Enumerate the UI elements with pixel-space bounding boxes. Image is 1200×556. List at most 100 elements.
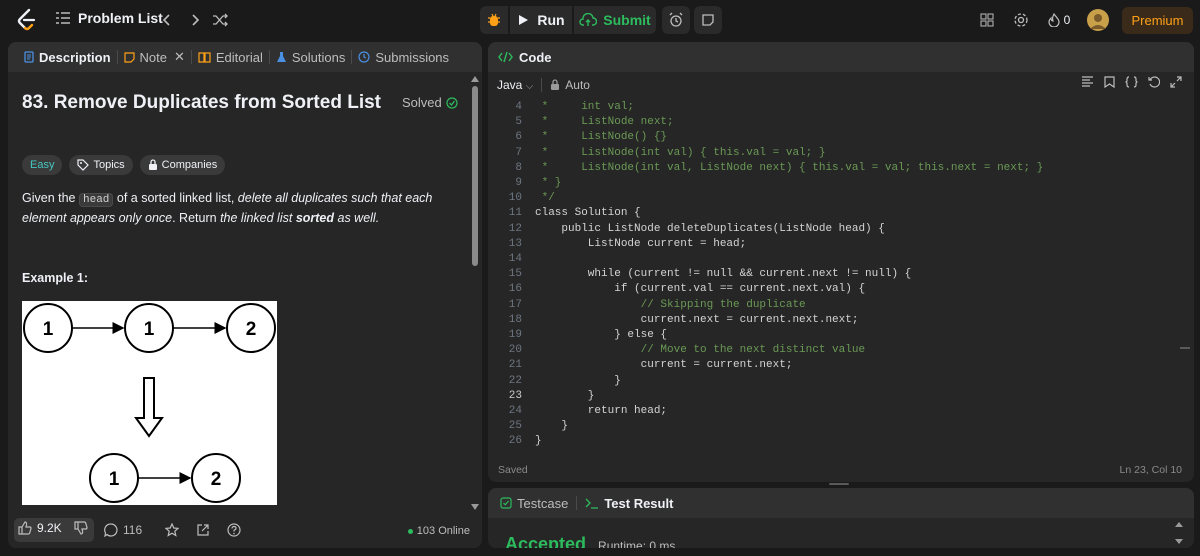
- format-icon[interactable]: [1081, 76, 1094, 88]
- favorite-button[interactable]: [164, 522, 180, 540]
- code-text: return head;: [535, 405, 668, 417]
- note-icon: [702, 14, 714, 26]
- bookmark-icon[interactable]: [1104, 76, 1115, 88]
- code-line: 19 } else {: [488, 329, 1194, 344]
- next-problem-button[interactable]: [184, 9, 206, 31]
- tab-note-label: Note: [139, 49, 167, 65]
- auto-mode-button[interactable]: Auto: [550, 78, 590, 92]
- submit-button[interactable]: Submit: [574, 6, 656, 34]
- tab-editorial[interactable]: Editorial: [192, 42, 269, 72]
- code-text: // Skipping the duplicate: [535, 298, 806, 311]
- code-line: 25 }: [488, 420, 1194, 435]
- companies-label: Companies: [161, 159, 218, 171]
- flame-icon: [1048, 13, 1060, 27]
- language-label: Java: [497, 78, 523, 92]
- problem-title: 83. Remove Duplicates from Sorted List: [22, 92, 381, 113]
- code-text: if (current.val == current.next.val) {: [535, 283, 866, 296]
- tab-submissions[interactable]: Submissions: [352, 42, 455, 72]
- run-controls: Run Submit: [480, 6, 722, 34]
- panel-scroll-arrows[interactable]: [1174, 520, 1184, 548]
- code-panel: Code Java ⌵ Auto 4 * int val; 5 * ListNod…: [488, 42, 1194, 482]
- tab-test-result[interactable]: Test Result: [585, 496, 673, 511]
- code-text: }: [535, 389, 595, 402]
- code-text: }: [535, 435, 542, 448]
- code-text: * ListNode(int val) { this.val = val; }: [535, 146, 826, 159]
- comments-button[interactable]: 116: [104, 523, 142, 537]
- play-icon: [519, 15, 529, 25]
- code-editor[interactable]: 4 * int val; 5 * ListNode next; 6 * ListNo…: [488, 98, 1194, 450]
- description-panel: Description Note ✕ Editorial Solutions Su…: [8, 42, 482, 548]
- chevron-down-icon: ⌵: [525, 81, 534, 92]
- random-problem-button[interactable]: [209, 9, 231, 31]
- code-line: 6 * ListNode() {}: [488, 131, 1194, 146]
- reset-icon[interactable]: [1148, 76, 1160, 88]
- notes-button[interactable]: [694, 6, 722, 34]
- layout-button[interactable]: [977, 10, 997, 30]
- code-line: 17 // Skipping the duplicate: [488, 299, 1194, 314]
- description-scrollbar[interactable]: [468, 72, 482, 518]
- tab-testcase-label: Testcase: [517, 495, 569, 511]
- problem-list-button[interactable]: Problem List: [56, 10, 163, 26]
- code-text: * ListNode() {}: [535, 131, 668, 144]
- star-icon: [164, 522, 180, 537]
- editor-scrollbar[interactable]: [1180, 137, 1190, 349]
- settings-button[interactable]: [1011, 10, 1031, 30]
- save-status: Saved: [498, 464, 528, 476]
- dislike-button[interactable]: [74, 521, 88, 538]
- language-select[interactable]: Java ⌵: [497, 78, 533, 92]
- code-line: 7 * ListNode(int val) { this.val = val; …: [488, 147, 1194, 162]
- code-text: // Move to the next distinct value: [535, 344, 866, 357]
- code-header-label: Code: [519, 49, 552, 65]
- line-number: 13: [508, 237, 522, 250]
- companies-button[interactable]: Companies: [139, 155, 226, 175]
- run-label: Run: [537, 12, 565, 28]
- comments-count: 116: [123, 523, 143, 537]
- help-button[interactable]: [227, 523, 241, 540]
- bug-icon: [488, 13, 500, 26]
- braces-icon[interactable]: [1125, 76, 1138, 88]
- close-icon[interactable]: ✕: [174, 49, 185, 65]
- lock-icon: [148, 159, 157, 170]
- line-number: 14: [508, 253, 522, 265]
- solved-status: Solved: [402, 95, 458, 110]
- difficulty-badge: Easy: [22, 155, 63, 175]
- like-button[interactable]: 9.2K: [18, 521, 62, 535]
- topics-button[interactable]: Topics: [69, 155, 133, 175]
- online-dot: [407, 528, 413, 534]
- scroll-arrows-icon: [1175, 522, 1183, 544]
- tab-note[interactable]: Note ✕: [118, 42, 191, 72]
- checkbox-icon: [500, 497, 512, 509]
- timer-button[interactable]: [662, 6, 690, 34]
- online-count: 103 Online: [407, 525, 470, 537]
- line-number: 7: [515, 146, 522, 159]
- list-icon: [56, 12, 70, 24]
- debug-button[interactable]: [480, 6, 508, 34]
- node-value: 2: [246, 319, 257, 340]
- run-button[interactable]: Run: [510, 6, 572, 34]
- share-button[interactable]: [196, 523, 210, 540]
- tab-description[interactable]: Description: [18, 42, 117, 72]
- expand-icon[interactable]: [1170, 76, 1182, 88]
- line-number: 8: [515, 161, 522, 174]
- streak-counter[interactable]: 0: [1043, 10, 1075, 30]
- tab-description-label: Description: [39, 49, 111, 65]
- line-number: 20: [508, 344, 522, 357]
- code-text: current.next = current.next.next;: [535, 313, 859, 326]
- tab-testcase[interactable]: Testcase: [500, 496, 568, 511]
- premium-button[interactable]: Premium: [1122, 7, 1193, 34]
- code-line: 9 * }: [488, 177, 1194, 192]
- line-number: 9: [515, 177, 522, 189]
- history-icon: [358, 51, 370, 63]
- line-number: 21: [508, 359, 522, 372]
- cursor-position: Ln 23, Col 10: [1119, 464, 1182, 476]
- tab-solutions[interactable]: Solutions: [270, 42, 351, 72]
- leetcode-logo[interactable]: [14, 7, 40, 33]
- code-text: * int val;: [535, 101, 635, 113]
- result-panel: Testcase Test Result Accepted Runtime: 0…: [488, 488, 1194, 548]
- resize-handle[interactable]: [829, 483, 849, 485]
- code-text: } else {: [535, 329, 668, 341]
- prev-problem-button[interactable]: [156, 9, 178, 31]
- code-line: 23 }: [488, 390, 1194, 405]
- editor-actions: [1081, 76, 1182, 88]
- avatar[interactable]: [1087, 9, 1109, 31]
